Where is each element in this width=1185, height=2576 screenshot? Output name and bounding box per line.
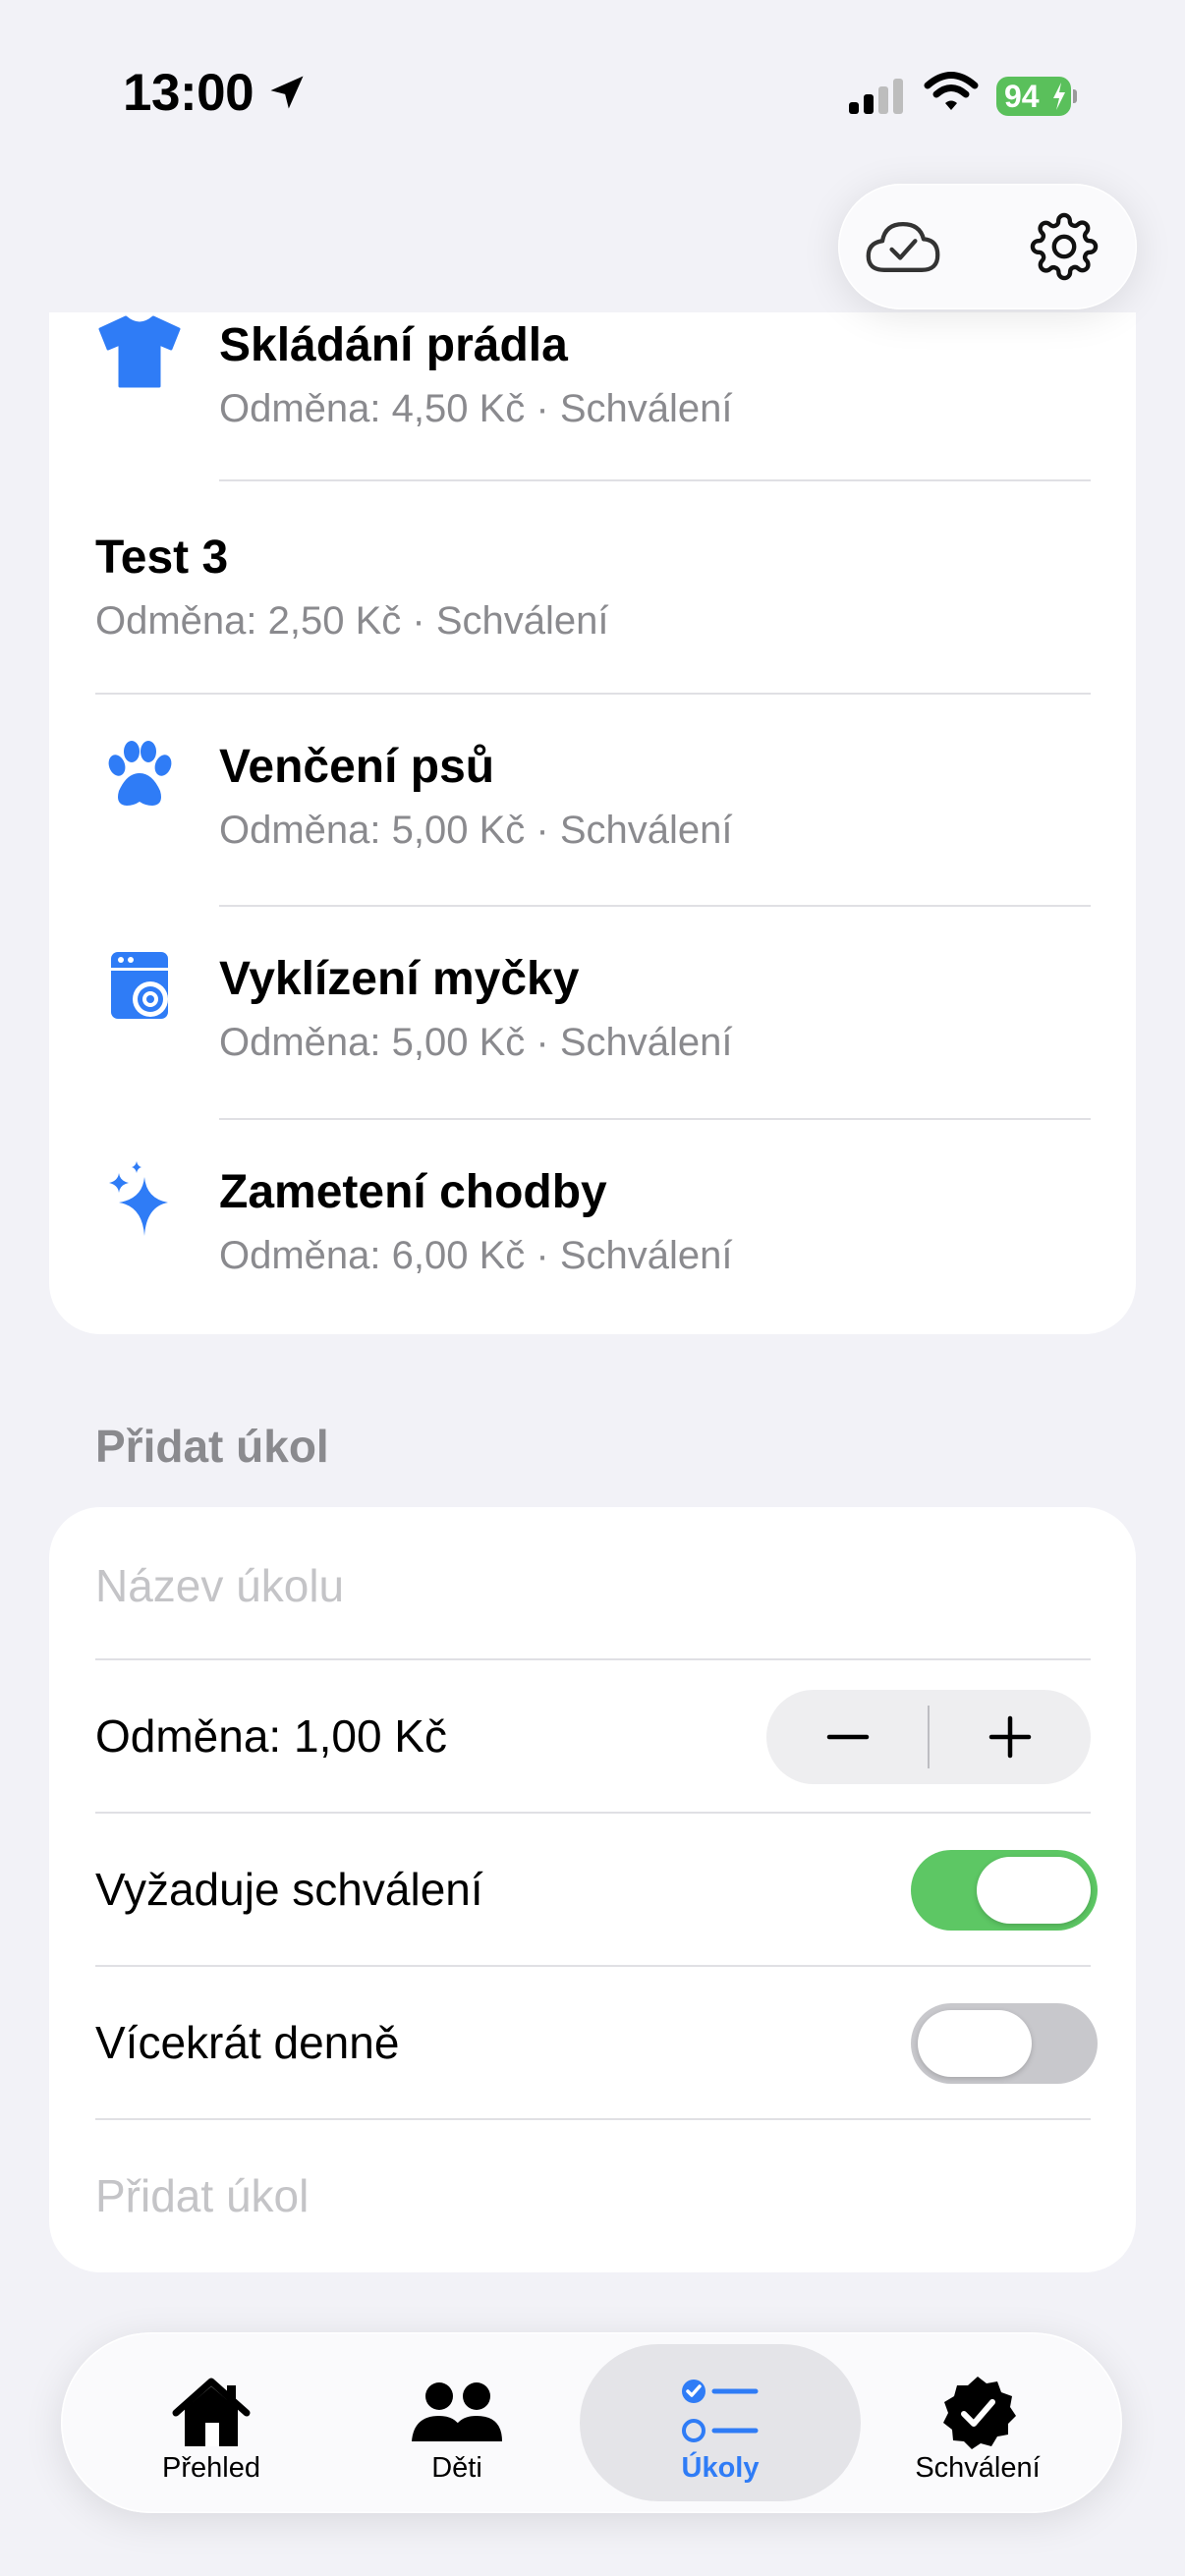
increment-button[interactable] [929, 1690, 1091, 1784]
task-subtitle: Odměna: 6,00 Kč · Schválení [219, 1234, 733, 1277]
task-name-input[interactable]: Název úkolu [49, 1507, 1136, 1660]
task-title: Zametení chodby [219, 1166, 607, 1218]
charging-bolt-icon [1053, 83, 1065, 110]
people-icon [412, 2382, 502, 2441]
task-title: Test 3 [95, 532, 229, 584]
requires-approval-label: Vyžaduje schválení [95, 1864, 483, 1915]
task-title: Vyklízení myčky [219, 953, 580, 1005]
task-subtitle: Odměna: 5,00 Kč · Schválení [219, 1021, 733, 1064]
add-task-submit[interactable]: Přidat úkol [49, 2120, 1136, 2273]
task-row-test-3[interactable]: Test 3 Odměna: 2,50 Kč · Schválení [49, 481, 1136, 695]
gear-icon [1030, 212, 1099, 281]
tab-label: Děti [431, 2452, 482, 2484]
tab-label: Schválení [915, 2452, 1041, 2484]
task-title: Skládání prádla [219, 319, 568, 371]
decrement-button[interactable] [766, 1690, 929, 1784]
task-row-vyklizeni-mycky[interactable]: Vyklízení myčky Odměna: 5,00 Kč · Schvál… [49, 907, 1136, 1120]
wifi-icon [924, 72, 979, 110]
task-name-placeholder: Název úkolu [95, 1560, 345, 1611]
status-time: 13:00 [123, 64, 254, 122]
tshirt-icon [98, 315, 181, 388]
toggle-knob [977, 1857, 1091, 1924]
task-subtitle: Odměna: 2,50 Kč · Schválení [95, 599, 609, 643]
task-subtitle: Odměna: 5,00 Kč · Schválení [219, 809, 733, 852]
tab-bar: Přehled Děti Úkoly Schválení [61, 2332, 1122, 2513]
tab-prehled[interactable]: Přehled [79, 2344, 344, 2501]
cloud-check-icon [866, 222, 940, 272]
tab-schvaleni[interactable]: Schválení [845, 2344, 1110, 2501]
paw-icon [108, 741, 172, 806]
tab-label: Přehled [162, 2452, 260, 2484]
requires-approval-toggle[interactable] [911, 1850, 1098, 1931]
sparkles-icon [109, 1161, 168, 1236]
task-list-card: Skládání prádla Odměna: 4,50 Kč · Schvál… [49, 312, 1136, 1334]
checklist-icon [682, 2380, 759, 2442]
sync-button[interactable] [864, 207, 942, 286]
tab-label: Úkoly [681, 2452, 760, 2484]
add-task-submit-label: Přidat úkol [95, 2170, 310, 2221]
settings-button[interactable] [1025, 207, 1103, 286]
status-bar: 13:00 94 [0, 0, 1185, 187]
reward-stepper [766, 1690, 1091, 1784]
multiple-daily-label: Vícekrát denně [95, 2017, 400, 2068]
toggle-knob [918, 2010, 1032, 2077]
multiple-daily-toggle[interactable] [911, 2003, 1098, 2084]
task-title: Venčení psů [219, 741, 495, 793]
reward-label: Odměna: 1,00 Kč [95, 1710, 447, 1762]
house-icon [172, 2378, 251, 2446]
top-actions-pill [838, 184, 1137, 309]
location-arrow-icon [270, 76, 304, 109]
tab-deti[interactable]: Děti [324, 2344, 590, 2501]
task-row-zameteni-chodby[interactable]: Zametení chodby Odměna: 6,00 Kč · Schvál… [49, 1120, 1136, 1333]
task-row-venceni-psu[interactable]: Venčení psů Odměna: 5,00 Kč · Schválení [49, 695, 1136, 908]
plus-icon [988, 1715, 1031, 1759]
minus-icon [826, 1734, 869, 1740]
battery-indicator: 94 [996, 77, 1077, 116]
tab-ukoly[interactable]: Úkoly [580, 2344, 861, 2501]
task-subtitle: Odměna: 4,50 Kč · Schválení [219, 387, 733, 430]
cellular-signal-icon [849, 79, 903, 114]
checkmark-seal-icon [943, 2377, 1016, 2449]
dishwasher-icon [111, 952, 168, 1019]
battery-cap [1073, 89, 1077, 103]
add-task-section-title: Přidat úkol [95, 1421, 329, 1472]
screen: 13:00 94 Skládání prádla Odměna: 4,50 Kč… [0, 0, 1185, 2576]
